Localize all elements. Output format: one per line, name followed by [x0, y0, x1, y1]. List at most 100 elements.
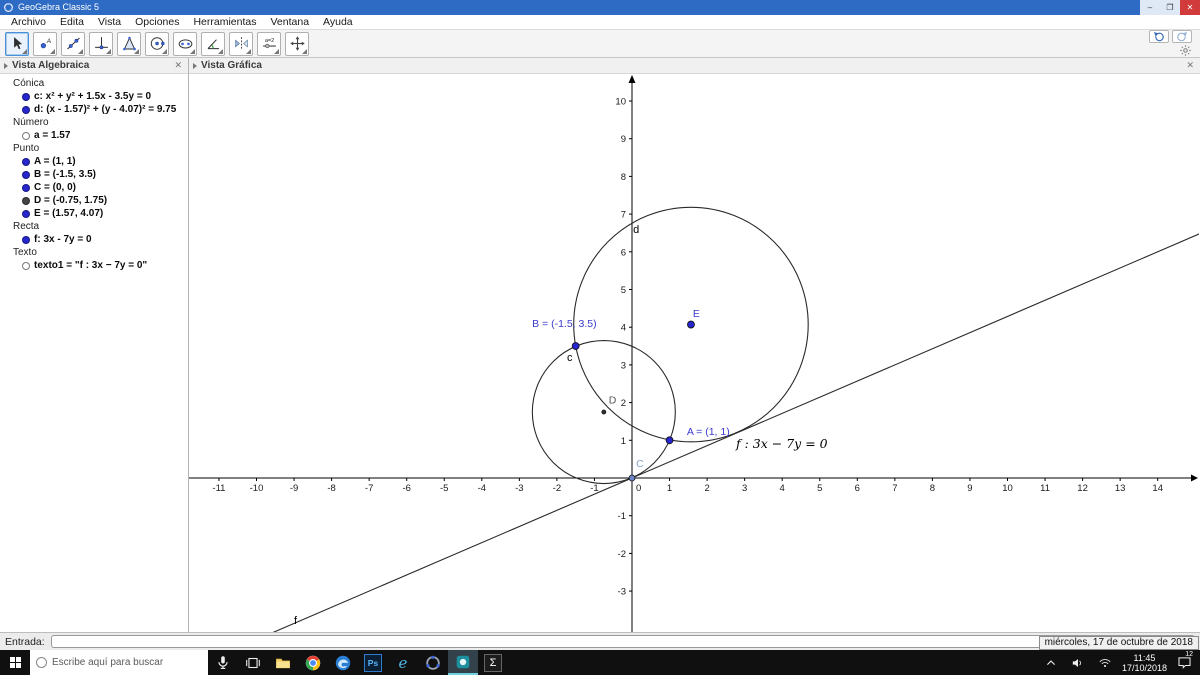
line-label-f[interactable]: f [294, 615, 298, 627]
visibility-marble-icon[interactable] [22, 131, 30, 140]
menu-ventana[interactable]: Ventana [264, 15, 317, 30]
sigma-app-button[interactable]: Σ [478, 650, 508, 675]
panel-menu-icon[interactable] [193, 62, 197, 69]
start-button[interactable] [0, 650, 30, 675]
taskbar-clock[interactable]: 11:45 17/10/2018 [1122, 653, 1167, 673]
point-E[interactable] [687, 320, 695, 329]
circle-label-d[interactable]: d [633, 224, 639, 236]
geogebra-app-button[interactable] [418, 650, 448, 675]
network-button[interactable] [1095, 650, 1115, 675]
point-D[interactable] [601, 409, 607, 415]
tool-angle[interactable] [201, 31, 225, 56]
taskbar-search[interactable] [30, 650, 208, 675]
point-C[interactable] [628, 474, 636, 482]
x-tick-label: 5 [817, 483, 822, 494]
algebra-group-recta[interactable]: Recta [0, 220, 188, 233]
algebra-item-d[interactable]: d: (x - 1.57)² + (y - 4.07)² = 9.75 [0, 103, 188, 116]
algebra-group-conica[interactable]: Cónica [0, 77, 188, 90]
y-tick-label: 8 [621, 172, 626, 183]
tool-reflection[interactable] [229, 31, 253, 56]
algebra-item-A[interactable]: A = (1, 1) [0, 155, 188, 168]
algebra-item-D[interactable]: D = (-0.75, 1.75) [0, 194, 188, 207]
algebra-close-icon[interactable]: ✕ [174, 60, 184, 71]
graphics-area[interactable]: -11 -10 -9 -8 -7 -6 -5 -4 -3 -2 -1 1 2 3 4 5 6 7 8 9 10 11 12 1… [189, 74, 1200, 632]
circle-label-c[interactable]: c [567, 352, 573, 364]
task-view-button[interactable] [238, 650, 268, 675]
settings-gear-icon[interactable] [1179, 44, 1192, 57]
algebra-item-B[interactable]: B = (-1.5, 3.5) [0, 168, 188, 181]
point-B[interactable] [571, 342, 580, 350]
y-tick-label: 2 [621, 398, 626, 409]
tool-line[interactable] [61, 31, 85, 56]
tool-point[interactable]: A [33, 31, 57, 56]
menu-archivo[interactable]: Archivo [4, 15, 53, 30]
visibility-marble-icon[interactable] [22, 196, 30, 205]
taskbar-search-input[interactable] [52, 657, 202, 668]
point-label-D[interactable]: D [609, 394, 617, 406]
point-label-C[interactable]: C [636, 458, 644, 470]
algebra-group-punto[interactable]: Punto [0, 142, 188, 155]
visibility-marble-icon[interactable] [22, 235, 30, 244]
redo-button[interactable] [1172, 30, 1192, 43]
x-tick-label: 3 [742, 483, 747, 494]
restore-button[interactable]: ❐ [1160, 0, 1180, 15]
visibility-marble-icon[interactable] [22, 105, 30, 114]
tool-polygon[interactable] [117, 31, 141, 56]
x-tick-label: 1 [667, 483, 672, 494]
minimize-button[interactable]: – [1140, 0, 1160, 15]
visibility-marble-icon[interactable] [22, 261, 30, 270]
algebra-group-numero[interactable]: Número [0, 116, 188, 129]
point-label-B[interactable]: B = (-1.5, 3.5) [532, 318, 597, 330]
menu-herramientas[interactable]: Herramientas [186, 15, 263, 30]
algebra-item-c[interactable]: c: x² + y² + 1.5x - 3.5y = 0 [0, 90, 188, 103]
taskbar: Ps e Σ [0, 650, 1200, 675]
panel-menu-icon[interactable] [4, 62, 8, 69]
active-app-button[interactable] [448, 650, 478, 675]
microphone-button[interactable] [208, 650, 238, 675]
graphics-close-icon[interactable]: ✕ [1186, 60, 1196, 71]
tool-perpendicular-line[interactable] [89, 31, 113, 56]
point-A[interactable] [665, 436, 674, 445]
graph-text-texto1[interactable]: f : 3x − 7y = 0 [735, 436, 828, 451]
visibility-marble-icon[interactable] [22, 170, 30, 179]
graphics-svg[interactable]: -11 -10 -9 -8 -7 -6 -5 -4 -3 -2 -1 1 2 3 4 5 6 7 8 9 10 11 12 1… [189, 74, 1199, 632]
svg-text:A: A [45, 38, 50, 45]
algebra-item-text: E = (1.57, 4.07) [34, 208, 104, 219]
algebra-group-texto[interactable]: Texto [0, 246, 188, 259]
file-explorer-button[interactable] [268, 650, 298, 675]
visibility-marble-icon[interactable] [22, 183, 30, 192]
undo-button[interactable] [1149, 30, 1169, 43]
tool-ellipse[interactable] [173, 31, 197, 56]
visibility-marble-icon[interactable] [22, 209, 30, 218]
algebra-item-f[interactable]: f: 3x - 7y = 0 [0, 233, 188, 246]
tool-circle[interactable] [145, 31, 169, 56]
photoshop-button[interactable]: Ps [358, 650, 388, 675]
clock-date: 17/10/2018 [1121, 662, 1167, 673]
menu-vista[interactable]: Vista [91, 15, 128, 30]
point-label-E[interactable]: E [693, 308, 700, 320]
action-center-button[interactable]: 12 [1174, 650, 1194, 675]
close-button[interactable]: ✕ [1180, 0, 1200, 15]
visibility-marble-icon[interactable] [22, 92, 30, 101]
tray-expand-button[interactable] [1041, 650, 1061, 675]
menu-opciones[interactable]: Opciones [128, 15, 186, 30]
algebra-item-a[interactable]: a = 1.57 [0, 129, 188, 142]
algebra-view-header: Vista Algebraica ✕ [0, 58, 188, 74]
volume-button[interactable] [1068, 650, 1088, 675]
chrome-button[interactable] [298, 650, 328, 675]
tool-move[interactable] [5, 31, 29, 56]
edge-button[interactable] [328, 650, 358, 675]
tool-move-graphics-view[interactable] [285, 31, 309, 56]
algebra-item-E[interactable]: E = (1.57, 4.07) [0, 207, 188, 220]
visibility-marble-icon[interactable] [22, 157, 30, 166]
point-label-A[interactable]: A = (1, 1) [687, 426, 730, 438]
x-tick-label: -4 [478, 483, 486, 494]
input-bar-field[interactable] [50, 635, 1195, 648]
perpendicular-line-icon [94, 37, 108, 50]
algebra-item-C[interactable]: C = (0, 0) [0, 181, 188, 194]
menu-ayuda[interactable]: Ayuda [316, 15, 360, 30]
algebra-item-texto1[interactable]: texto1 = "f : 3x − 7y = 0" [0, 259, 188, 272]
menu-edita[interactable]: Edita [53, 15, 91, 30]
internet-explorer-button[interactable]: e [388, 650, 418, 675]
tool-slider[interactable]: a=2 [257, 31, 281, 56]
